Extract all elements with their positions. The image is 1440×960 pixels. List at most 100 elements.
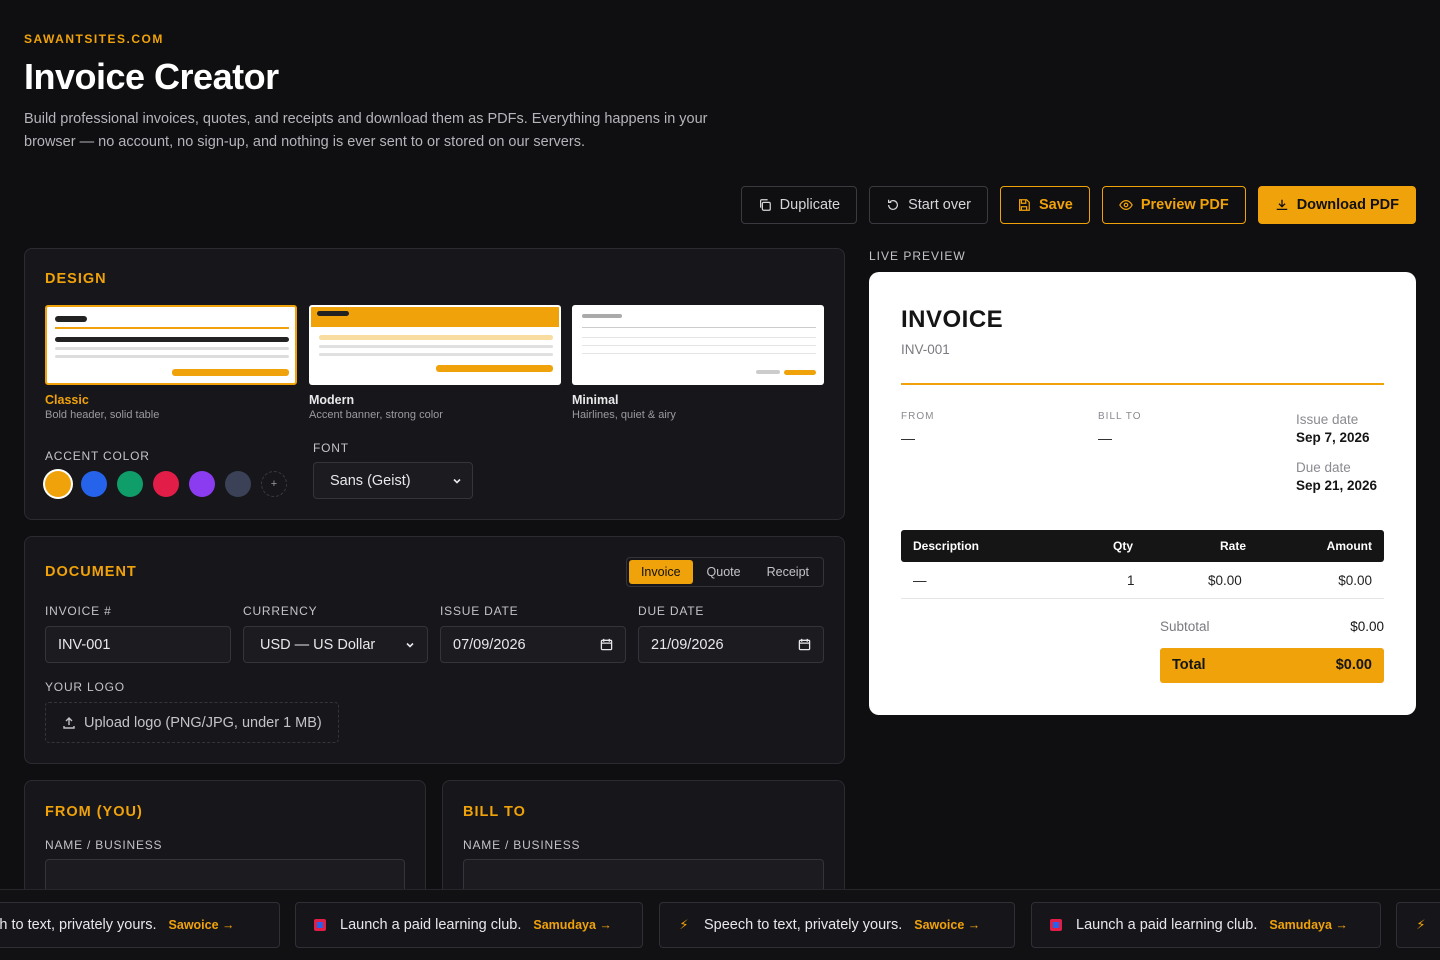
swatch-amber[interactable] bbox=[45, 471, 71, 497]
save-icon bbox=[1018, 199, 1030, 211]
row-qty: 1 bbox=[1127, 572, 1135, 588]
accent-swatches: + bbox=[45, 471, 287, 497]
preview-doc-title: INVOICE bbox=[901, 306, 1004, 333]
row-amount: $0.00 bbox=[1338, 572, 1372, 588]
swatch-blue[interactable] bbox=[81, 471, 107, 497]
preview-pdf-button[interactable]: Preview PDF bbox=[1101, 186, 1246, 224]
design-card: DESIGN Classic Bold header, solid table … bbox=[24, 248, 845, 520]
preview-from-label: FROM bbox=[901, 411, 935, 422]
start-over-label: Start over bbox=[908, 197, 971, 213]
col-description: Description bbox=[913, 539, 980, 553]
chevron-down-icon bbox=[406, 642, 414, 648]
preview-issue-value: Sep 7, 2026 bbox=[1296, 430, 1370, 445]
total-value: $0.00 bbox=[1335, 657, 1372, 673]
swatch-red[interactable] bbox=[153, 471, 179, 497]
preview-from-value: — bbox=[901, 430, 915, 446]
bill-name-label: NAME / BUSINESS bbox=[463, 838, 581, 852]
duplicate-label: Duplicate bbox=[779, 197, 841, 213]
currency-select[interactable]: USD — US Dollar bbox=[243, 626, 428, 663]
samudaya-logo-icon bbox=[312, 917, 328, 933]
swatch-purple[interactable] bbox=[189, 471, 215, 497]
promo-ticker: eech to text, privately yours. Sawoice →… bbox=[0, 889, 1440, 960]
preview-issue-label: Issue date bbox=[1296, 412, 1359, 427]
row-rate: $0.00 bbox=[1208, 572, 1242, 588]
swatch-slate[interactable] bbox=[225, 471, 251, 497]
currency-label: CURRENCY bbox=[243, 604, 318, 618]
issue-date-label: ISSUE DATE bbox=[440, 604, 519, 618]
preview-pdf-label: Preview PDF bbox=[1140, 197, 1229, 213]
promo-sawoice[interactable]: ⚡ Speech to text, privately yours. Sawoi… bbox=[659, 902, 1015, 948]
design-title: DESIGN bbox=[45, 271, 107, 287]
subtotal-value: $0.00 bbox=[1350, 619, 1384, 634]
logo-label: YOUR LOGO bbox=[45, 680, 125, 694]
due-date-input[interactable]: 21/09/2026 bbox=[638, 626, 824, 663]
promo-text: eech to text, privately yours. bbox=[0, 917, 157, 933]
subtotal-label: Subtotal bbox=[1160, 619, 1210, 634]
page-title: Invoice Creator bbox=[24, 56, 279, 97]
download-icon bbox=[1276, 199, 1287, 211]
promo-cta[interactable]: Samudaya → bbox=[533, 918, 612, 932]
download-pdf-button[interactable]: Download PDF bbox=[1257, 186, 1416, 224]
preview-number: INV-001 bbox=[901, 342, 950, 357]
promo-cta[interactable]: Samudaya → bbox=[1269, 918, 1348, 932]
upload-logo-button[interactable]: Upload logo (PNG/JPG, under 1 MB) bbox=[45, 702, 339, 743]
font-value: Sans (Geist) bbox=[330, 472, 411, 489]
invoice-number-value: INV-001 bbox=[58, 636, 111, 653]
promo-cta[interactable]: Sawoice → bbox=[169, 918, 235, 932]
intro-text: Build professional invoices, quotes, and… bbox=[24, 111, 708, 150]
template-minimal-thumbnail bbox=[572, 305, 824, 385]
invoice-preview: INVOICE INV-001 FROM — BILL TO — Issue d… bbox=[869, 272, 1416, 715]
promo-samudaya[interactable]: Launch a paid learning club. Samudaya → bbox=[1031, 902, 1381, 948]
swatch-green[interactable] bbox=[117, 471, 143, 497]
promo-cta[interactable]: Sawoice → bbox=[914, 918, 980, 932]
template-modern[interactable]: Modern Accent banner, strong color bbox=[309, 305, 561, 421]
preview-bill-value: — bbox=[1098, 430, 1112, 446]
samudaya-logo-icon bbox=[1048, 917, 1064, 933]
calendar-icon[interactable] bbox=[798, 638, 811, 651]
type-receipt[interactable]: Receipt bbox=[755, 560, 821, 584]
eye-icon bbox=[1119, 200, 1133, 210]
copy-icon bbox=[759, 199, 771, 211]
accent-rule bbox=[901, 383, 1384, 385]
template-name: Modern bbox=[309, 393, 355, 407]
save-label: Save bbox=[1038, 197, 1073, 213]
start-over-button[interactable]: Start over bbox=[869, 186, 988, 224]
table-row: — 1 $0.00 $0.00 bbox=[901, 562, 1384, 599]
calendar-icon[interactable] bbox=[600, 638, 613, 651]
from-name-label: NAME / BUSINESS bbox=[45, 838, 163, 852]
col-qty: Qty bbox=[1113, 539, 1134, 553]
promo-samudaya[interactable]: Launch a paid learning club. Samudaya → bbox=[295, 902, 643, 948]
preview-due-label: Due date bbox=[1296, 460, 1351, 475]
upload-icon bbox=[63, 716, 75, 729]
invoice-number-label: INVOICE # bbox=[45, 604, 112, 618]
template-name: Classic bbox=[45, 393, 89, 407]
currency-value: USD — US Dollar bbox=[260, 636, 376, 653]
bill-to-title: BILL TO bbox=[463, 804, 526, 820]
accent-color-label: ACCENT COLOR bbox=[45, 449, 150, 463]
bolt-icon: ⚡ bbox=[1416, 917, 1426, 932]
preview-bill-label: BILL TO bbox=[1098, 411, 1142, 422]
promo-partial[interactable]: ⚡ bbox=[1396, 902, 1440, 948]
col-amount: Amount bbox=[1326, 539, 1372, 553]
promo-sawoice[interactable]: eech to text, privately yours. Sawoice → bbox=[0, 902, 280, 948]
template-classic[interactable]: Classic Bold header, solid table bbox=[45, 305, 297, 421]
save-button[interactable]: Save bbox=[999, 186, 1090, 224]
template-minimal[interactable]: Minimal Hairlines, quiet & airy bbox=[572, 305, 824, 421]
font-select[interactable]: Sans (Geist) bbox=[313, 462, 473, 499]
preview-issue-date: Issue date Sep 7, 2026 bbox=[1296, 412, 1384, 445]
issue-date-value: 07/09/2026 bbox=[453, 636, 526, 653]
invoice-number-input[interactable]: INV-001 bbox=[45, 626, 231, 663]
type-quote[interactable]: Quote bbox=[695, 560, 753, 584]
document-card: DOCUMENT Invoice Quote Receipt INVOICE #… bbox=[24, 536, 845, 764]
promo-text: Speech to text, privately yours. bbox=[704, 917, 903, 933]
brand[interactable]: SAWANTSITES.COM bbox=[24, 32, 164, 46]
preview-due-date: Due date Sep 21, 2026 bbox=[1296, 460, 1384, 493]
add-color-button[interactable]: + bbox=[261, 471, 287, 497]
document-title: DOCUMENT bbox=[45, 564, 137, 580]
template-desc: Bold header, solid table bbox=[45, 409, 160, 421]
duplicate-button[interactable]: Duplicate bbox=[740, 186, 858, 224]
bolt-icon: ⚡ bbox=[679, 917, 689, 932]
type-invoice[interactable]: Invoice bbox=[628, 560, 693, 584]
issue-date-input[interactable]: 07/09/2026 bbox=[440, 626, 626, 663]
chevron-down-icon bbox=[453, 478, 461, 484]
